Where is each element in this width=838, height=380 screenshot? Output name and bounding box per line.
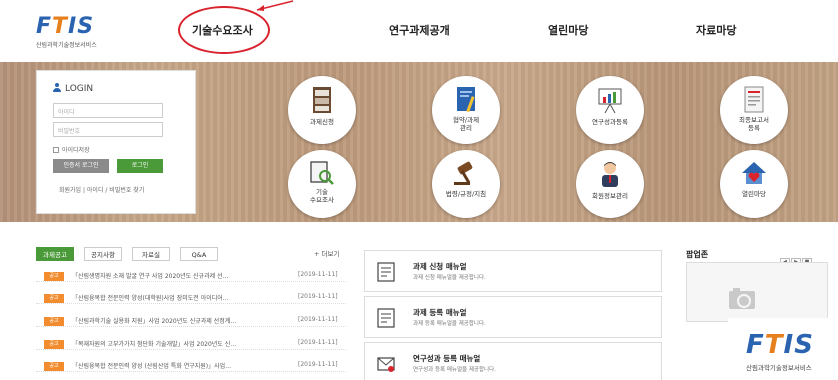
popup-zone-title: 팝업존 xyxy=(686,250,709,259)
quick-agreement-management[interactable]: 협약/과제 관리 xyxy=(432,76,500,144)
quick-label: 과제신청 xyxy=(310,118,334,126)
site-header: FTIS 산림과학기술정보서비스 기술수요조사 연구과제공개 열린마당 자료마당 xyxy=(0,0,838,60)
notice-row[interactable]: 공고 「산림융복합 전문인력 양성(대학원)사업 장미도전 아이디어… [201… xyxy=(36,292,346,304)
quick-tech-demand-survey[interactable]: 기술 수요조사 xyxy=(288,150,356,218)
user-icon xyxy=(53,83,61,92)
notice-badge: 공고 xyxy=(44,272,64,281)
notice-badge: 공고 xyxy=(44,317,64,326)
tab-qna[interactable]: Q&A xyxy=(180,247,218,261)
id-input[interactable]: 아이디 xyxy=(53,103,163,118)
quick-label: 최종보고서 등록 xyxy=(739,116,769,132)
notice-badge: 공고 xyxy=(44,340,64,349)
popup-slot[interactable] xyxy=(686,262,828,322)
camera-icon xyxy=(729,288,755,309)
quick-label: 법령/규정/지침 xyxy=(445,190,487,198)
notice-title[interactable]: 「산림과학기술 실용화 지원」사업 2020년도 신규과제 선정계… xyxy=(72,316,302,325)
quick-label: 협약/과제 관리 xyxy=(452,116,480,132)
nav-research-disclosure[interactable]: 연구과제공개 xyxy=(389,22,450,38)
document-list-icon xyxy=(377,308,395,328)
annotation-arrow xyxy=(256,0,294,11)
nav-resources[interactable]: 자료마당 xyxy=(696,22,736,38)
manual-title: 과제 신청 매뉴얼 xyxy=(413,262,467,271)
account-links[interactable]: 회원가입 | 아이디 / 비밀번호 찾기 xyxy=(59,185,144,194)
notice-title[interactable]: 「목재자원의 고부가가치 첨단화 기술개발」사업 2020년도 신… xyxy=(72,339,302,348)
quick-open-forum[interactable]: 열린마당 xyxy=(720,150,788,218)
annotation-circle xyxy=(178,6,270,54)
quick-apply-project[interactable]: 과제신청 xyxy=(288,76,356,144)
manual-title: 과제 등록 매뉴얼 xyxy=(413,308,467,317)
manual-title: 연구성과 등록 매뉴얼 xyxy=(413,354,481,363)
notice-title[interactable]: 「산림융복합 전문인력 양성(대학원)사업 장미도전 아이디어… xyxy=(72,293,302,302)
nav-open-forum[interactable]: 열린마당 xyxy=(548,22,588,38)
overlay-logo-text: FTIS xyxy=(746,330,814,360)
notice-badge: 공고 xyxy=(44,294,64,303)
quick-final-report[interactable]: 최종보고서 등록 xyxy=(720,76,788,144)
overlay-logo-subtitle: 산림과학기술정보서비스 xyxy=(746,364,812,372)
manual-desc: 과제 신청 매뉴얼을 제공합니다. xyxy=(413,275,486,281)
notice-title[interactable]: 「산림생명자원 소재 발굴 연구 사업 2020년도 신규과제 선… xyxy=(72,271,302,280)
quick-label: 연구성과등록 xyxy=(592,118,628,126)
document-list-icon xyxy=(377,262,395,282)
quick-member-info[interactable]: 회원정보관리 xyxy=(576,150,644,218)
quick-laws-regulations[interactable]: 법령/규정/지침 xyxy=(432,150,500,218)
presentation-icon xyxy=(598,88,622,114)
house-heart-icon xyxy=(742,162,766,184)
popup-controls: ◀▶■ xyxy=(780,248,820,267)
logo-text: FTIS xyxy=(36,14,95,39)
login-button[interactable]: 로그인 xyxy=(117,159,163,173)
manual-results[interactable]: 연구성과 등록 매뉴얼 연구성과 등록 매뉴얼을 제공합니다. xyxy=(364,342,662,380)
notice-date: [2019-11-11] xyxy=(298,293,338,300)
manual-desc: 과제 등록 매뉴얼을 제공합니다. xyxy=(413,321,486,327)
bookcase-icon xyxy=(313,87,331,113)
tab-project-notice[interactable]: 과제공고 xyxy=(36,247,74,261)
notice-row[interactable]: 공고 「목재자원의 고부가가치 첨단화 기술개발」사업 2020년도 신… [2… xyxy=(36,338,346,350)
login-box: LOGIN 아이디 비밀번호 아이디저장 인증서 로그인 로그인 회원가입 | … xyxy=(36,70,196,214)
notice-row[interactable]: 공고 「산림과학기술 실용화 지원」사업 2020년도 신규과제 선정계… [2… xyxy=(36,315,346,327)
save-id-checkbox[interactable]: 아이디저장 xyxy=(53,145,90,154)
quick-label: 열린마당 xyxy=(742,190,766,198)
site-logo[interactable]: FTIS 산림과학기술정보서비스 xyxy=(36,14,146,54)
notice-tabs: 과제공고 공지사항 자료실 Q&A + 더보기 xyxy=(36,247,346,261)
notebook-icon xyxy=(457,87,475,113)
notice-date: [2019-11-11] xyxy=(298,339,338,346)
notice-row[interactable]: 공고 「산림생명자원 소재 발굴 연구 사업 2020년도 신규과제 선… [2… xyxy=(36,270,346,282)
more-link[interactable]: + 더보기 xyxy=(314,247,339,261)
mail-icon xyxy=(377,357,395,372)
notice-row[interactable]: 공고 「산림융복합 전문인력 양성 (산림산업 특화 연구지원)」사업… [20… xyxy=(36,360,346,372)
manual-apply[interactable]: 과제 신청 매뉴얼 과제 신청 매뉴얼을 제공합니다. xyxy=(364,250,662,292)
quick-label: 회원정보관리 xyxy=(592,192,628,200)
quick-research-results[interactable]: 연구성과등록 xyxy=(576,76,644,144)
gavel-icon xyxy=(454,161,473,185)
tab-data-room[interactable]: 자료실 xyxy=(132,247,170,261)
notice-date: [2019-11-11] xyxy=(298,316,338,323)
password-input[interactable]: 비밀번호 xyxy=(53,122,163,137)
magnifier-document-icon xyxy=(310,161,334,185)
manual-desc: 연구성과 등록 매뉴얼을 제공합니다. xyxy=(413,367,496,373)
checkbox-icon xyxy=(53,147,59,153)
notice-date: [2019-11-11] xyxy=(298,361,338,368)
cert-login-button[interactable]: 인증서 로그인 xyxy=(53,159,109,173)
notice-date: [2019-11-11] xyxy=(298,271,338,278)
person-icon xyxy=(602,162,618,187)
tab-announcements[interactable]: 공지사항 xyxy=(84,247,122,261)
quick-label: 기술 수요조사 xyxy=(310,188,334,204)
logo-subtitle: 산림과학기술정보서비스 xyxy=(36,42,97,49)
notice-badge: 공고 xyxy=(44,362,64,371)
login-title: LOGIN xyxy=(53,83,93,94)
manual-register[interactable]: 과제 등록 매뉴얼 과제 등록 매뉴얼을 제공합니다. xyxy=(364,296,662,338)
report-icon xyxy=(744,86,764,113)
overlay-logo: FTIS 산림과학기술정보서비스 xyxy=(728,318,838,378)
notice-title[interactable]: 「산림융복합 전문인력 양성 (산림산업 특화 연구지원)」사업… xyxy=(72,361,302,370)
